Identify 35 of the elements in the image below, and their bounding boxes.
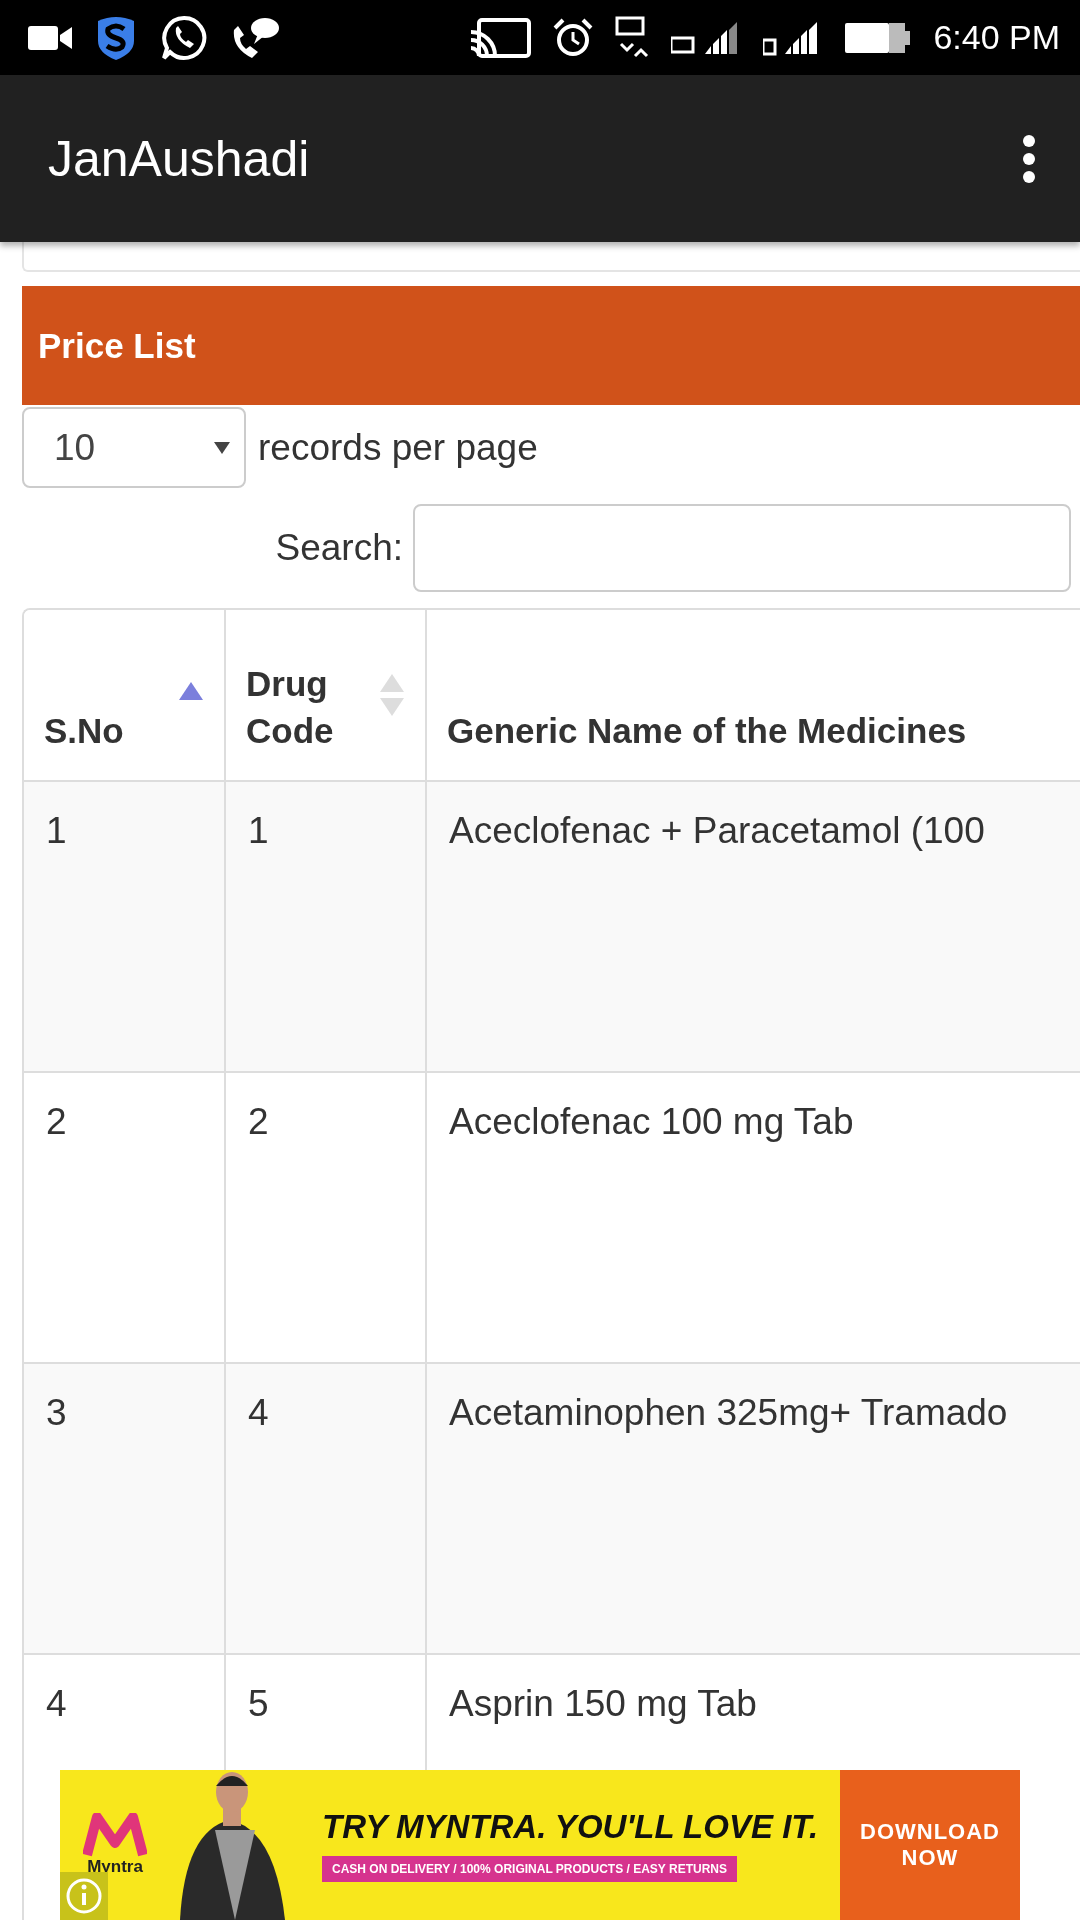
table-cell: 4 [46,1683,67,1724]
records-label: records per page [258,426,538,469]
ad-banner[interactable]: Myntra TRY MYNTRA. YOU'LL LOVE IT. CASH ON DELIVERY / 100% ORIGINAL PRODUCTS / EASY RETURNS DOWNLOAD NOW [60,1770,1020,1920]
table-cell: Asprin 150 mg Tab [449,1683,757,1724]
ad-headline: TRY MYNTRA. YOU'LL LOVE IT. [322,1808,819,1846]
table-cell: 1 [248,810,269,851]
status-time: 6:40 PM [933,18,1060,57]
ad-brand: Myntra [87,1857,143,1877]
table-cell: 3 [46,1392,67,1433]
battery-icon [845,22,912,53]
alarm-clock-icon [553,17,594,58]
table-cell: Acetaminophen 325mg+ Tramado [449,1392,1008,1433]
more-options-icon[interactable] [1022,133,1036,184]
logo-icon [83,1813,147,1857]
sort-ascending-icon[interactable] [178,680,204,702]
table-cell: 2 [248,1101,269,1142]
video-camera-icon [28,24,72,51]
table-cell: Aceclofenac 100 mg Tab [449,1101,854,1142]
table-cell: 4 [248,1392,269,1433]
panel-title: Price List [38,325,196,366]
chat-bubble-phone-icon [160,13,208,62]
records-select[interactable]: 10 [22,407,246,488]
info-icon[interactable] [60,1872,108,1920]
caret-icon [214,441,230,454]
mobile-data-icon [615,15,650,60]
ad-tagline: CASH ON DELIVERY / 100% ORIGINAL PRODUCTS / EASY RETURNS [322,1856,737,1882]
app-title: JanAushadi [48,129,310,188]
table-cell: 5 [248,1683,269,1724]
column-header[interactable]: S.No [24,610,224,780]
table-cell: 1 [46,810,67,851]
search-label: Search: [275,527,403,569]
search-field[interactable] [413,504,1071,592]
table-cell: 2 [46,1101,67,1142]
cast-icon [469,17,532,58]
table-cell: Aceclofenac + Paracetamol (100 [449,810,985,851]
